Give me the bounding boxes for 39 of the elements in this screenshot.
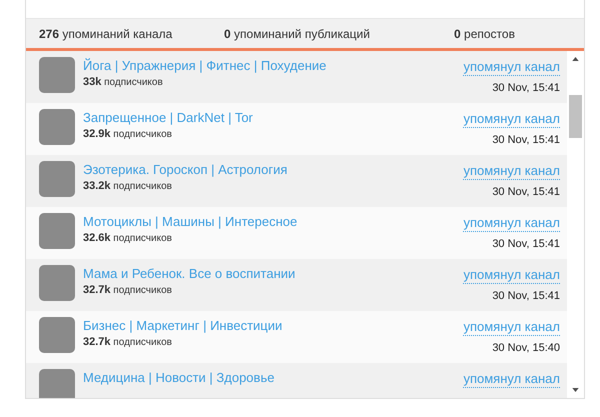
mention-link[interactable]: упомянул канал: [463, 267, 560, 284]
channel-link[interactable]: Йога | Упражнерия | Фитнес | Похудение: [83, 58, 326, 74]
mention-time: 30 Nov, 15:41: [492, 290, 560, 302]
mention-time: 30 Nov, 15:41: [492, 186, 560, 198]
subscriber-count: 33k подписчиков: [83, 76, 163, 88]
stat-count: 0 упоминаний публикаций: [224, 26, 371, 40]
mention-link[interactable]: упомянул канал: [463, 59, 560, 76]
channel-avatar: [39, 265, 75, 301]
channel-avatar: [39, 369, 75, 398]
stat-count: 276 упоминаний канала: [39, 26, 174, 40]
mention-time: 30 Nov, 15:41: [492, 238, 560, 250]
channel-link[interactable]: Мама и Ребенок. Все о воспитании: [83, 266, 296, 282]
channel-link[interactable]: Мотоциклы | Машины | Интересное: [83, 214, 298, 230]
mention-time: 30 Nov, 15:41: [492, 82, 560, 94]
subscriber-count: 32.7k подписчиков: [83, 284, 172, 296]
subscriber-count: 32.9k подписчиков: [83, 128, 172, 140]
channel-avatar: [39, 109, 75, 145]
mention-time: 30 Nov, 15:41: [492, 134, 560, 146]
channel-link[interactable]: Медицина | Новости | Здоровье: [83, 370, 274, 386]
channel-link[interactable]: Бизнес | Маркетинг | Инвестиции: [83, 318, 282, 334]
subscriber-count: 32.6k подписчиков: [83, 232, 172, 244]
scroll-up-icon[interactable]: [572, 57, 579, 61]
stat-count: 0 репостов: [454, 26, 515, 40]
scroll-down-icon[interactable]: [572, 388, 579, 392]
mention-link[interactable]: упомянул канал: [463, 111, 560, 128]
scrollbar-thumb[interactable]: [569, 95, 582, 138]
mention-link[interactable]: упомянул канал: [463, 215, 560, 232]
channel-link[interactable]: Эзотерика. Гороскоп | Астрология: [83, 162, 288, 178]
channel-avatar: [39, 213, 75, 249]
mention-time: 30 Nov, 15:40: [492, 342, 560, 354]
subscriber-count: 32.7k подписчиков: [83, 336, 172, 348]
channel-link[interactable]: Запрещенное | DarkNet | Tor: [83, 110, 253, 126]
mention-link[interactable]: упомянул канал: [463, 371, 560, 388]
channel-avatar: [39, 317, 75, 353]
mention-link[interactable]: упомянул канал: [463, 163, 560, 180]
mention-link[interactable]: упомянул канал: [463, 319, 560, 336]
channel-avatar: [39, 57, 75, 93]
channel-avatar: [39, 161, 75, 197]
subscriber-count: 33.2k подписчиков: [83, 180, 172, 192]
